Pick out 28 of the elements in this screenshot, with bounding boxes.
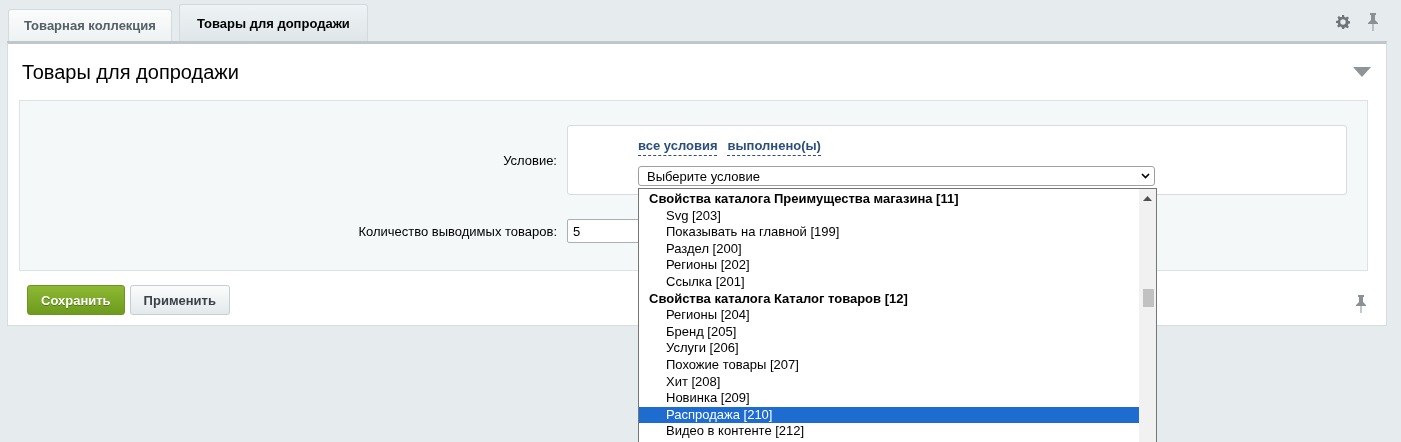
field-label: Условие: — [502, 152, 557, 168]
dropdown-option[interactable]: Ссылка [201] — [639, 273, 1139, 291]
tab[interactable]: Товарная коллекция — [8, 9, 172, 41]
dropdown-option[interactable]: Услуги [206] — [639, 340, 1139, 357]
dropdown-option[interactable]: Раздел [200] — [639, 240, 1139, 258]
dropdown-option[interactable]: Распродажа [210] — [639, 406, 1139, 424]
option-group[interactable]: Свойства каталога Преимущества магазина [11] — [639, 191, 1139, 208]
pin-icon[interactable] — [1368, 13, 1378, 31]
dropdown-option[interactable]: Регионы [202] — [639, 257, 1139, 274]
section-title: Товары для допродажи — [21, 60, 239, 84]
scrollbar-thumb[interactable] — [1143, 289, 1154, 307]
field-label: Количество выводимых товаров: — [357, 223, 557, 239]
dropdown-option[interactable]: Похожие товары [207] — [639, 356, 1139, 374]
collapse-icon[interactable] — [1353, 67, 1371, 77]
chevron-icon — [1141, 173, 1150, 179]
dropdown-option[interactable]: Регионы [204] — [639, 307, 1139, 324]
pin-icon[interactable] — [1356, 295, 1366, 313]
apply-button[interactable]: Применить — [129, 285, 230, 315]
option-group[interactable]: Свойства каталога Каталог товаров [12] — [639, 290, 1139, 308]
dropdown-option[interactable]: Новинка [209] — [639, 390, 1139, 407]
dropdown-option[interactable]: Видео в контенте [212] — [639, 423, 1139, 440]
condition-link[interactable]: все условия — [638, 138, 718, 156]
condition-select[interactable]: Выберите условие — [638, 166, 1155, 186]
dropdown-option[interactable]: Хит [208] — [639, 373, 1139, 391]
settings-icon[interactable] — [1336, 15, 1350, 29]
condition-link[interactable]: выполнено(ы) — [727, 138, 821, 156]
dropdown-option[interactable]: Бренд [205] — [639, 323, 1139, 341]
tab[interactable]: Товары для допродажи — [178, 4, 368, 41]
